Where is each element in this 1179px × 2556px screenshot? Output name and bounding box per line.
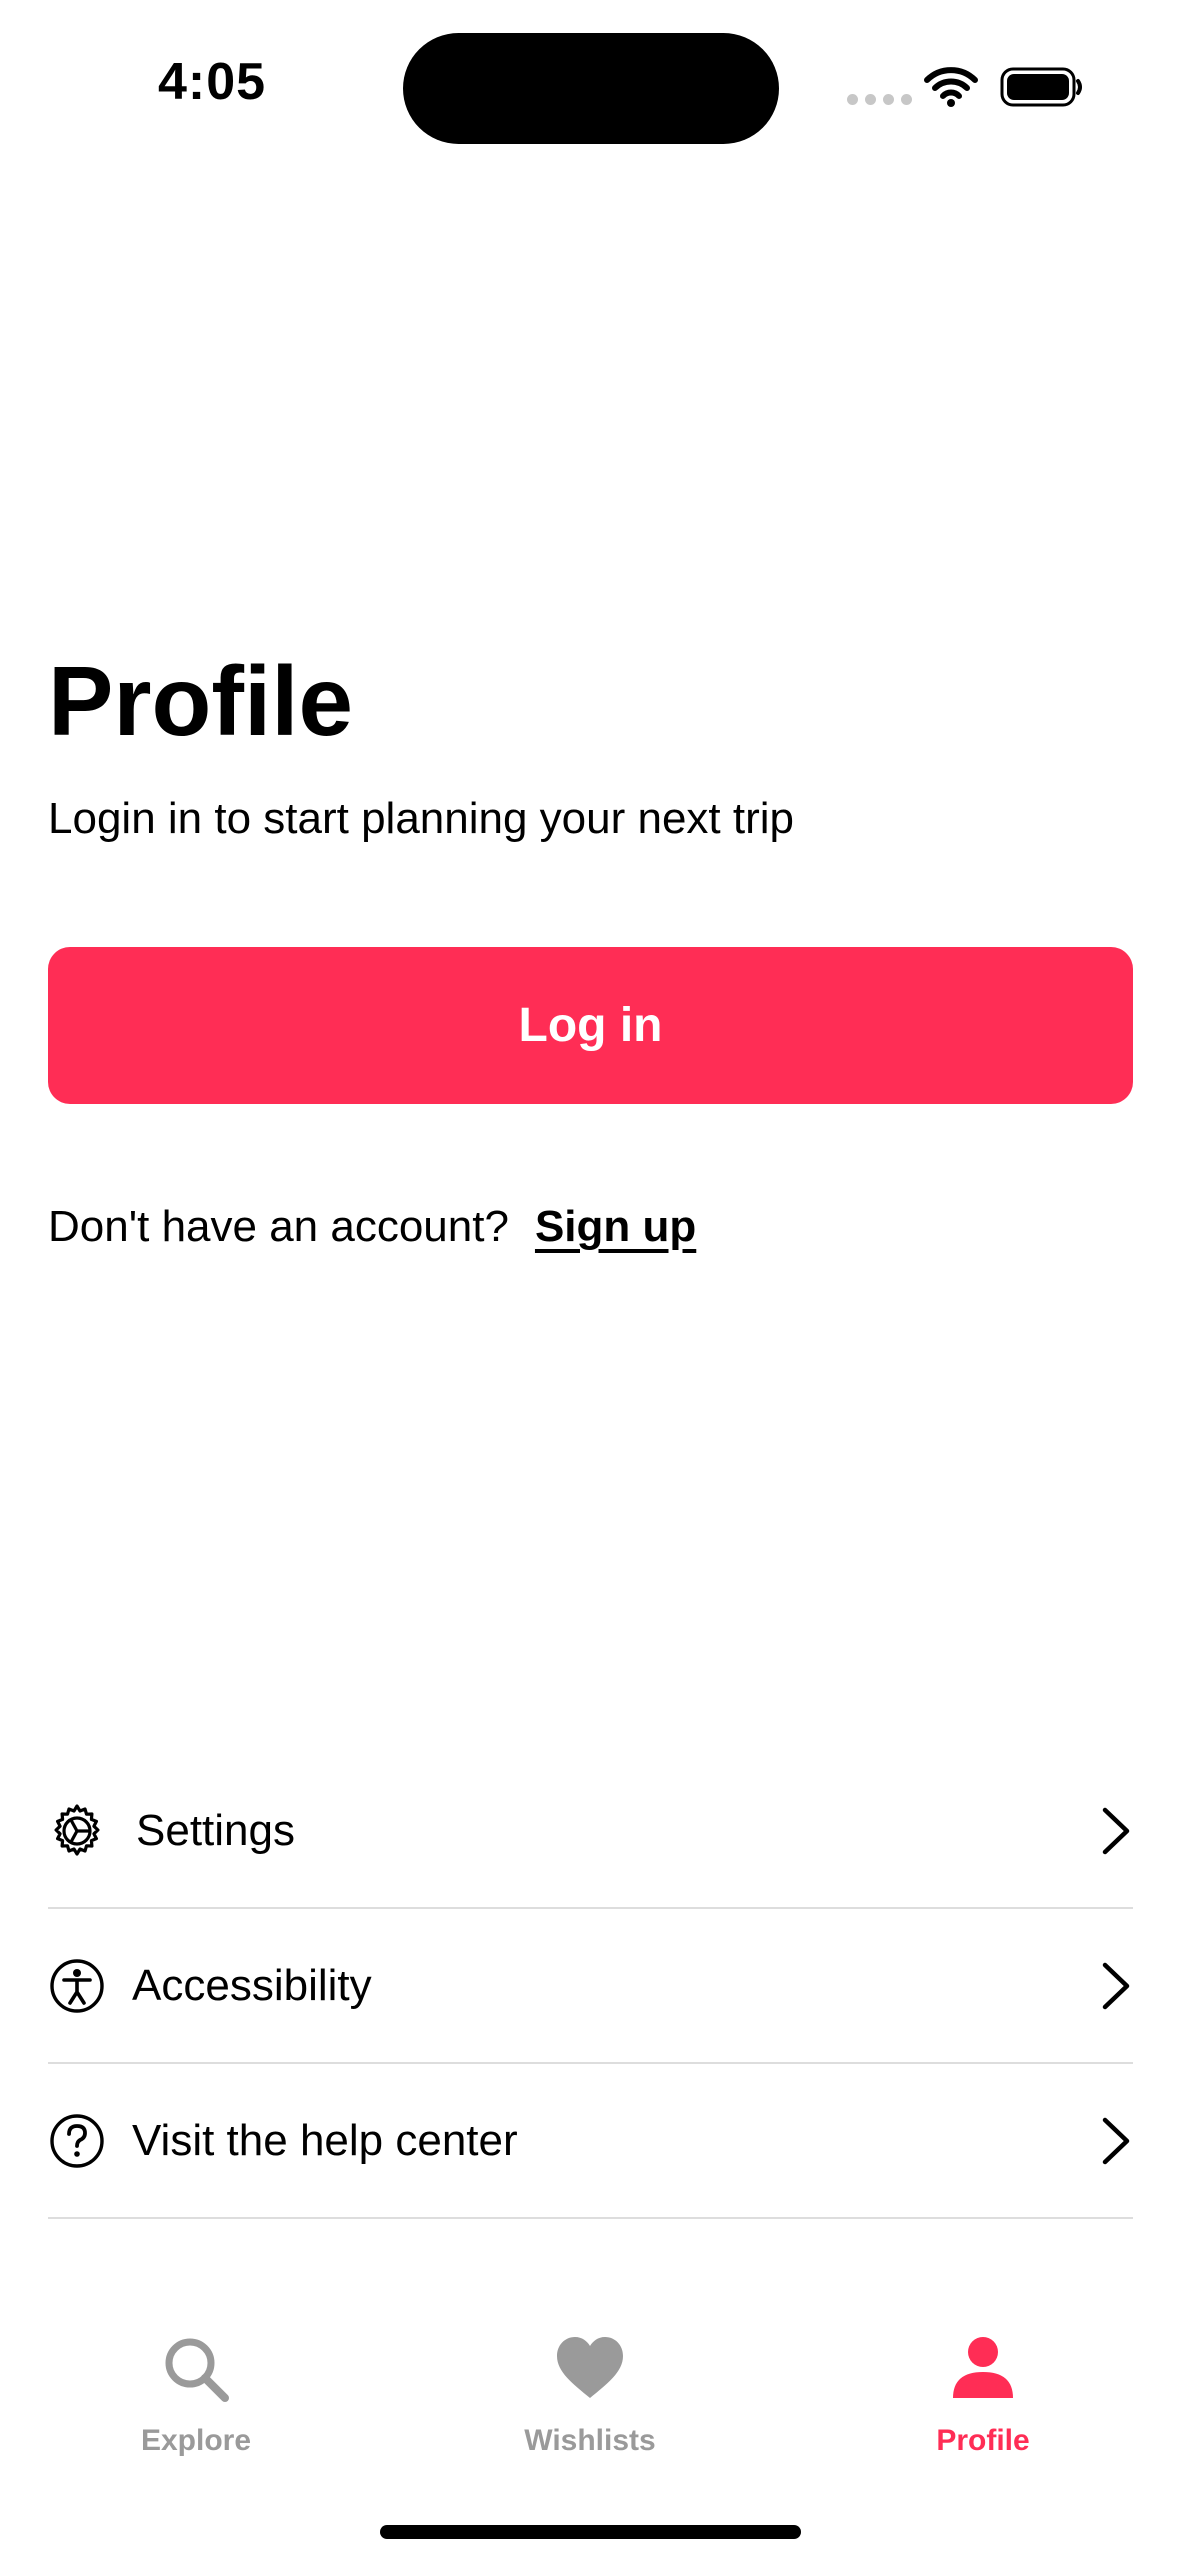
tab-profile[interactable]: Profile bbox=[853, 2320, 1113, 2470]
tab-label: Profile bbox=[936, 2424, 1030, 2457]
signup-row: Don't have an account? Sign up bbox=[48, 1205, 696, 1249]
gear-icon bbox=[54, 1803, 100, 1856]
tab-wishlists[interactable]: Wishlists bbox=[460, 2320, 720, 2470]
login-button[interactable]: Log in bbox=[48, 947, 1133, 1104]
tab-explore[interactable]: Explore bbox=[66, 2320, 326, 2470]
menu-item-label: Visit the help center bbox=[132, 2115, 518, 2165]
tab-label: Wishlists bbox=[524, 2424, 656, 2457]
question-circle-icon bbox=[50, 2113, 104, 2168]
tab-label: Explore bbox=[140, 2424, 252, 2457]
signup-link[interactable]: Sign up bbox=[535, 1202, 696, 1251]
tab-bar: Explore Wishlists Profile bbox=[0, 2320, 1179, 2470]
cellular-signal-icon bbox=[847, 94, 912, 105]
signup-prompt: Don't have an account? bbox=[48, 1202, 509, 1251]
home-indicator bbox=[380, 2525, 801, 2539]
page-title: Profile bbox=[48, 646, 353, 756]
status-time: 4:05 bbox=[158, 53, 267, 111]
menu-item-label: Settings bbox=[136, 1805, 295, 1855]
menu-item-accessibility[interactable]: Accessibility bbox=[48, 1909, 1133, 2064]
chevron-right-icon bbox=[1102, 1962, 1130, 2009]
menu-item-settings[interactable]: Settings bbox=[48, 1754, 1133, 1909]
menu-item-label: Accessibility bbox=[132, 1960, 372, 2010]
dynamic-island bbox=[403, 33, 779, 144]
heart-icon bbox=[557, 2337, 623, 2398]
accessibility-icon bbox=[50, 1958, 104, 2013]
chevron-right-icon bbox=[1102, 1807, 1130, 1854]
person-icon bbox=[953, 2337, 1013, 2398]
battery-icon bbox=[1000, 67, 1082, 107]
search-icon bbox=[165, 2338, 229, 2402]
menu-item-help-center[interactable]: Visit the help center bbox=[48, 2064, 1133, 2219]
menu-list: Settings Accessibility Visit the help ce… bbox=[48, 1754, 1133, 2219]
wifi-icon bbox=[924, 67, 978, 107]
page-subtitle: Login in to start planning your next tri… bbox=[48, 794, 795, 843]
chevron-right-icon bbox=[1102, 2117, 1130, 2164]
